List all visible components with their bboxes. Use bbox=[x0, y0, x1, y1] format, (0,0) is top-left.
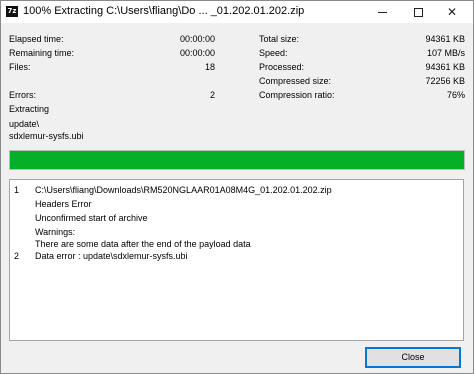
log-entry-text: There are some data after the end of the… bbox=[35, 239, 251, 249]
minimize-button[interactable] bbox=[363, 1, 401, 23]
extraction-dialog: 7z 100% Extracting C:\Users\fliang\Do ..… bbox=[0, 0, 474, 374]
log-entry-archive-path: C:\Users\fliang\Downloads\RM520NGLAAR01A… bbox=[35, 185, 332, 195]
maximize-icon bbox=[413, 8, 423, 17]
close-button[interactable]: Close bbox=[365, 347, 461, 368]
compressed-size-label: Compressed size: bbox=[259, 76, 332, 86]
current-file: sdxlemur-sysfs.ubi bbox=[9, 131, 84, 141]
log-entry-text: Warnings: bbox=[35, 227, 76, 237]
window-title: 100% Extracting C:\Users\fliang\Do ... _… bbox=[23, 5, 305, 17]
processed-value: 94361 KB bbox=[425, 62, 465, 72]
errors-value: 2 bbox=[209, 90, 215, 100]
log-entry-text: Unconfirmed start of archive bbox=[35, 213, 148, 223]
remaining-time-value: 00:00:00 bbox=[179, 48, 215, 58]
log-entry-text: Headers Error bbox=[35, 199, 92, 209]
message-log[interactable]: 1 C:\Users\fliang\Downloads\RM520NGLAAR0… bbox=[9, 179, 464, 341]
progress-fill bbox=[10, 151, 464, 169]
elapsed-time-value: 00:00:00 bbox=[179, 34, 215, 44]
log-entry-number: 1 bbox=[14, 185, 20, 195]
remaining-time-label: Remaining time: bbox=[9, 48, 75, 58]
compressed-size-value: 72256 KB bbox=[425, 76, 465, 86]
title-bar[interactable]: 7z 100% Extracting C:\Users\fliang\Do ..… bbox=[1, 1, 473, 23]
processed-label: Processed: bbox=[259, 62, 305, 72]
maximize-button[interactable] bbox=[399, 1, 437, 23]
7zip-app-icon: 7z bbox=[6, 6, 18, 17]
total-size-label: Total size: bbox=[259, 34, 300, 44]
compression-ratio-label: Compression ratio: bbox=[259, 90, 335, 100]
minimize-icon bbox=[377, 12, 387, 13]
progress-bar bbox=[9, 150, 465, 170]
operation-status: Extracting bbox=[9, 104, 50, 114]
log-entry-number: 2 bbox=[14, 251, 20, 261]
elapsed-time-label: Elapsed time: bbox=[9, 34, 64, 44]
files-label: Files: bbox=[9, 62, 31, 72]
compression-ratio-value: 76% bbox=[446, 90, 465, 100]
errors-label: Errors: bbox=[9, 90, 36, 100]
current-directory: update\ bbox=[9, 119, 40, 129]
speed-label: Speed: bbox=[259, 48, 288, 58]
close-icon: ✕ bbox=[446, 5, 458, 19]
log-entry-data-error: Data error : update\sdxlemur-sysfs.ubi bbox=[35, 251, 188, 261]
window-close-button[interactable]: ✕ bbox=[433, 1, 471, 23]
speed-value: 107 MB/s bbox=[426, 48, 465, 58]
total-size-value: 94361 KB bbox=[425, 34, 465, 44]
files-value: 18 bbox=[204, 62, 215, 72]
